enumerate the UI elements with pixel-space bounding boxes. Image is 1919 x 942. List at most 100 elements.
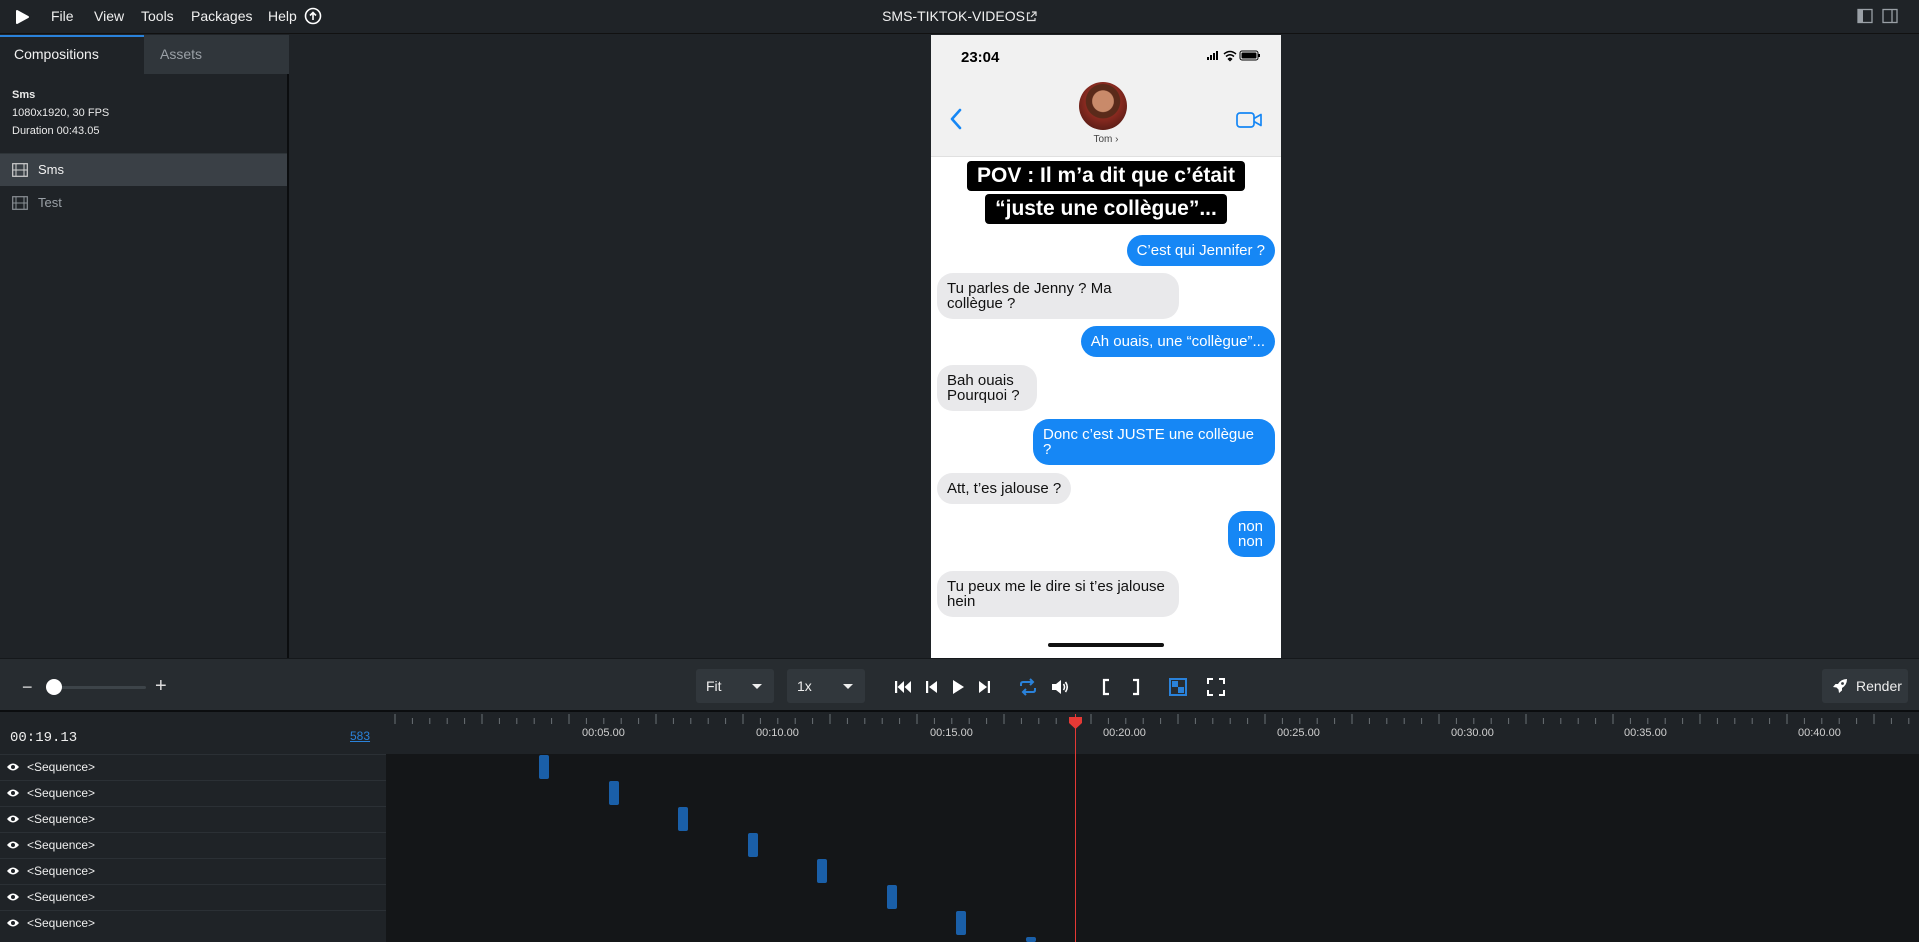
video-caption: POV : Il m’a dit que c’était “juste une … (931, 157, 1281, 224)
eye-icon[interactable] (6, 917, 20, 929)
fit-select[interactable]: Fit (696, 669, 774, 703)
mark-in-icon[interactable] (1097, 677, 1117, 697)
playhead-handle-icon[interactable] (1068, 716, 1083, 730)
track-name: <Sequence> (27, 838, 96, 852)
sequence-clip[interactable] (1026, 937, 1036, 942)
menu-view[interactable]: View (94, 8, 124, 24)
project-title[interactable]: SMS-TIKTOK-VIDEOS (882, 8, 1025, 24)
transparency-checkerboard-icon[interactable] (1168, 677, 1188, 697)
playhead-line[interactable] (1075, 714, 1076, 942)
speed-select[interactable]: 1x (787, 669, 865, 703)
chevron-down-icon (843, 684, 853, 689)
status-time: 23:04 (961, 49, 1000, 66)
sequence-clip[interactable] (748, 833, 758, 857)
timeline-panel: 00:19.13 583 <Sequence> <Sequence> <Sequ… (0, 714, 1919, 942)
current-frame-display[interactable]: 583 (350, 729, 370, 743)
ruler-label: 00:25.00 (1277, 727, 1320, 739)
play-icon[interactable] (948, 677, 968, 697)
track-row[interactable]: <Sequence> (0, 884, 386, 910)
composition-info: Sms 1080x1920, 30 FPS Duration 00:43.05 (12, 86, 109, 140)
jump-to-start-icon[interactable] (893, 677, 913, 697)
menu-packages[interactable]: Packages (191, 8, 252, 24)
sequence-clip[interactable] (817, 859, 827, 883)
step-forward-icon[interactable] (974, 677, 994, 697)
sequence-clip[interactable] (956, 911, 966, 935)
eye-icon[interactable] (6, 865, 20, 877)
composition-duration: Duration 00:43.05 (12, 125, 100, 137)
compositions-sidebar: Compositions Assets Sms 1080x1920, 30 FP… (0, 35, 289, 658)
composition-item-label: Sms (38, 162, 64, 177)
eye-icon[interactable] (6, 761, 20, 773)
track-row[interactable]: <Sequence> (0, 780, 386, 806)
contact-avatar[interactable] (1079, 82, 1127, 130)
phone-preview: 23:04 Tom › POV : Il m’a dit que c’était… (931, 35, 1281, 658)
track-row[interactable]: <Sequence> (0, 754, 386, 780)
ruler-label: 00:30.00 (1451, 727, 1494, 739)
sequence-clip[interactable] (887, 885, 897, 909)
menu-bar: File View Tools Packages Help SMS-TIKTOK… (0, 0, 1919, 34)
composition-name: Sms (12, 89, 36, 101)
film-icon (12, 163, 28, 177)
track-name: <Sequence> (27, 890, 96, 904)
eye-icon[interactable] (6, 787, 20, 799)
sequence-clip[interactable] (609, 781, 619, 805)
fit-select-value: Fit (706, 678, 722, 694)
ruler-label: 00:15.00 (930, 727, 973, 739)
timeline-ruler[interactable]: 00:05.00 00:10.00 00:15.00 00:20.00 00:2… (386, 714, 1919, 754)
ruler-label: 00:05.00 (582, 727, 625, 739)
rocket-icon (1833, 679, 1847, 693)
track-row[interactable]: <Sequence> (0, 832, 386, 858)
video-call-icon[interactable] (1236, 111, 1262, 129)
toggle-right-panel-icon[interactable] (1882, 8, 1898, 24)
step-back-icon[interactable] (922, 677, 942, 697)
track-row[interactable]: <Sequence> (0, 858, 386, 884)
zoom-in-button[interactable]: + (155, 675, 167, 698)
message-bubble-sent: Donc c’est JUSTE une collègue ? (1033, 419, 1275, 465)
timeline-track-headers: 00:19.13 583 <Sequence> <Sequence> <Sequ… (0, 714, 386, 942)
caption-line-1: POV : Il m’a dit que c’était (967, 161, 1245, 191)
status-icons (1207, 50, 1260, 62)
message-bubble-received: Bah ouais Pourquoi ? (937, 365, 1037, 411)
phone-header: 23:04 Tom › (931, 35, 1281, 157)
fullscreen-icon[interactable] (1206, 677, 1226, 697)
track-name: <Sequence> (27, 864, 96, 878)
message-bubble-sent: C’est qui Jennifer ? (1126, 235, 1275, 266)
mark-out-icon[interactable] (1125, 677, 1145, 697)
toggle-left-panel-icon[interactable] (1857, 8, 1873, 24)
message-bubble-received: Tu peux me le dire si t’es jalouse hein (937, 571, 1179, 617)
eye-icon[interactable] (6, 891, 20, 903)
track-name: <Sequence> (27, 786, 96, 800)
caption-line-2: “juste une collègue”... (985, 194, 1227, 224)
timeline-tracks (386, 754, 1919, 942)
app-logo-icon[interactable] (14, 9, 30, 25)
eye-icon[interactable] (6, 813, 20, 825)
render-button-label: Render (1856, 678, 1902, 694)
render-button[interactable]: Render (1822, 669, 1908, 703)
track-row[interactable]: <Sequence> (0, 910, 386, 936)
composition-item-sms[interactable]: Sms (0, 154, 287, 186)
menu-help[interactable]: Help (268, 8, 297, 24)
back-chevron-icon[interactable] (949, 107, 963, 131)
zoom-slider-knob[interactable] (46, 679, 62, 695)
menu-tools[interactable]: Tools (141, 8, 174, 24)
tab-compositions[interactable]: Compositions (0, 35, 144, 74)
tab-assets[interactable]: Assets (146, 35, 289, 74)
volume-icon[interactable] (1050, 677, 1070, 697)
external-link-icon[interactable] (1026, 11, 1037, 22)
upload-circle-icon[interactable] (304, 7, 322, 25)
sequence-clip[interactable] (678, 807, 688, 831)
eye-icon[interactable] (6, 839, 20, 851)
ruler-ticks (394, 714, 1910, 724)
loop-icon[interactable] (1018, 677, 1038, 697)
sequence-clip[interactable] (539, 755, 549, 779)
composition-item-test[interactable]: Test (0, 187, 287, 219)
contact-name[interactable]: Tom › (931, 134, 1281, 145)
menu-file[interactable]: File (51, 8, 74, 24)
speed-select-value: 1x (797, 678, 812, 694)
track-row[interactable]: <Sequence> (0, 806, 386, 832)
track-name: <Sequence> (27, 812, 96, 826)
message-bubble-received: Tu parles de Jenny ? Ma collègue ? (937, 273, 1179, 319)
zoom-out-button[interactable]: − (22, 677, 33, 698)
track-name: <Sequence> (27, 916, 96, 930)
ruler-label: 00:40.00 (1798, 727, 1841, 739)
